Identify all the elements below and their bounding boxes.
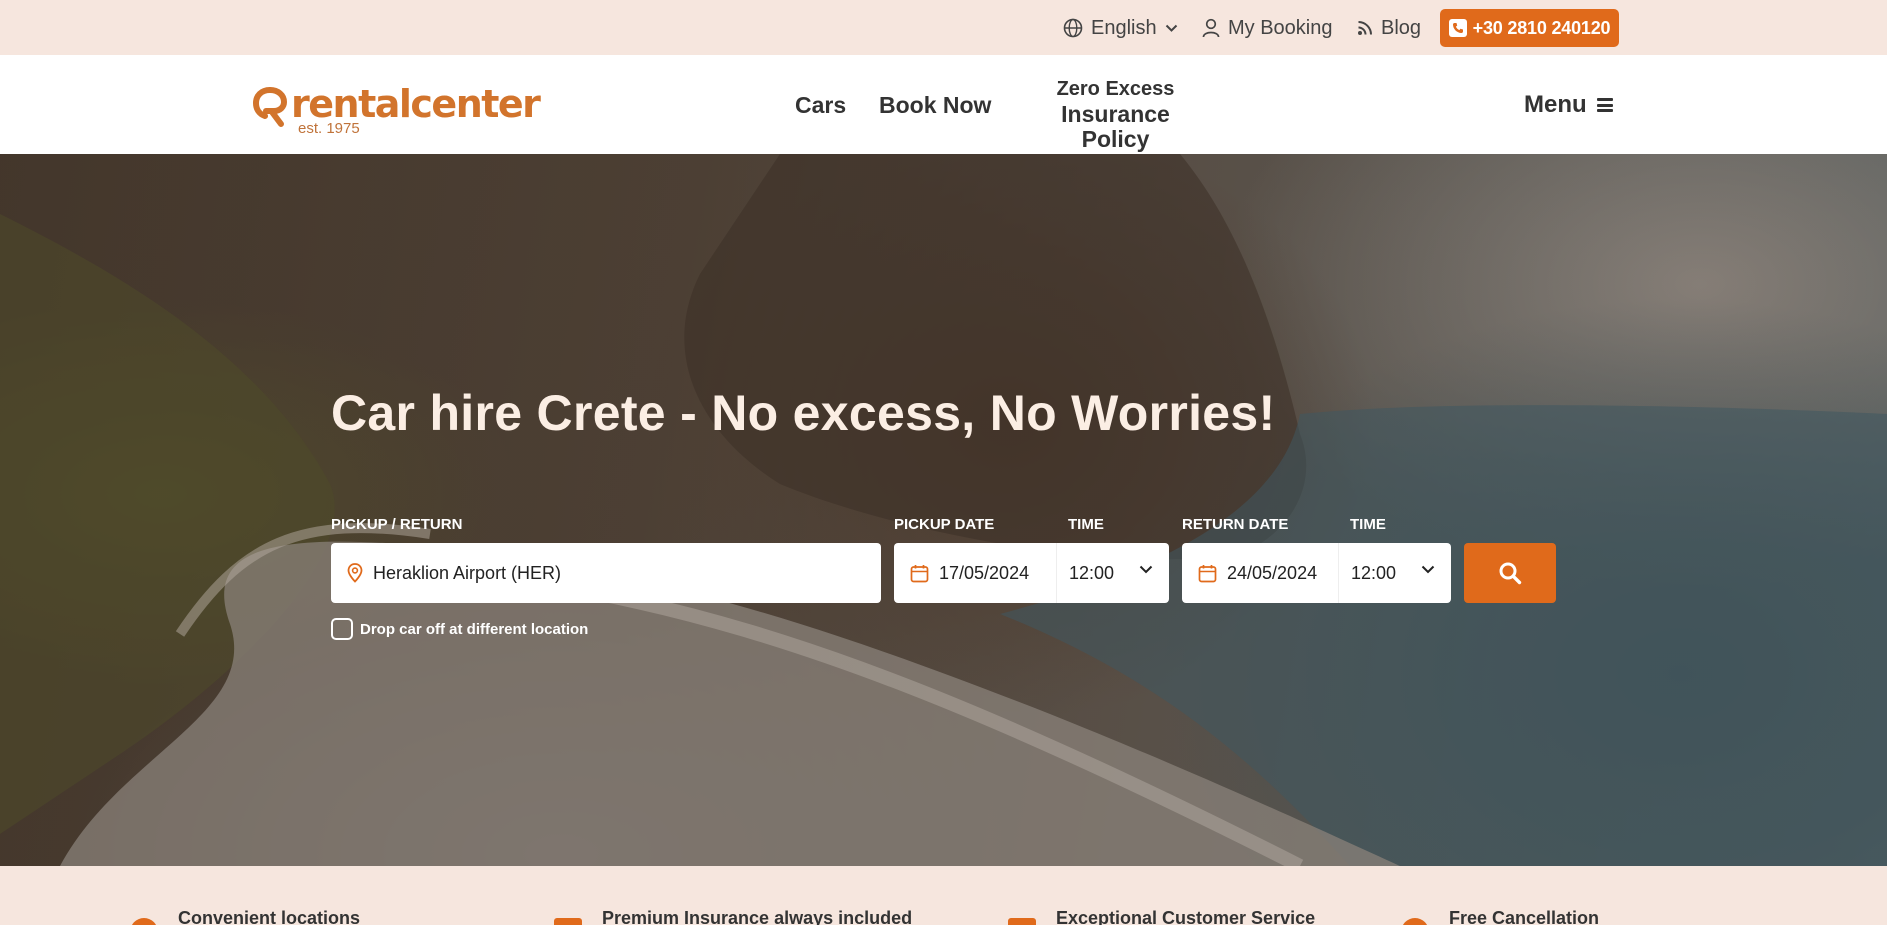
return-time-select[interactable]: 12:00 — [1338, 543, 1451, 603]
nav-zero-excess-line1: Zero Excess — [1056, 78, 1175, 100]
feature-label: Free Cancellation — [1449, 908, 1600, 925]
hero-background-image — [0, 154, 1887, 866]
dropoff-label: Drop car off at different location — [360, 620, 589, 638]
feature-item: Convenient locations — [130, 908, 360, 925]
dropoff-different-location[interactable]: Drop car off at different location — [331, 618, 588, 640]
blog-link[interactable]: Blog — [1357, 14, 1421, 42]
menu-button[interactable]: Menu — [1524, 91, 1613, 119]
return-date-label: RETURN DATE — [1182, 516, 1289, 533]
pickup-time-label: TIME — [1068, 516, 1104, 533]
feature-item: Premium Insurance always included — [554, 908, 912, 925]
logo-established: est. 1975 — [298, 120, 360, 137]
map-pin-icon — [347, 563, 363, 583]
logo-mark-icon — [253, 87, 287, 127]
pickup-date-value: 17/05/2024 — [939, 562, 1030, 583]
pickup-return-label: PICKUP / RETURN — [331, 516, 463, 533]
blog-label: Blog — [1381, 16, 1422, 39]
feature-label: Premium Insurance always included — [602, 908, 913, 925]
nav-book-now[interactable]: Book Now — [879, 92, 991, 119]
chevron-down-icon — [1421, 565, 1435, 574]
support-icon — [1008, 918, 1036, 925]
feature-label: Convenient locations — [178, 908, 361, 925]
phone-icon — [1448, 19, 1467, 37]
pickup-location-input[interactable]: Heraklion Airport (HER) — [331, 543, 881, 603]
feature-item: Free Cancellation — [1401, 908, 1599, 925]
dropoff-checkbox[interactable] — [331, 618, 353, 640]
return-time-value: 12:00 — [1351, 562, 1397, 583]
feature-item: Exceptional Customer Service — [1008, 908, 1315, 925]
chevron-down-icon — [1165, 24, 1177, 32]
logo-wordmark: rentalcenter — [291, 82, 541, 126]
search-icon — [1499, 562, 1522, 585]
location-icon — [130, 918, 158, 925]
chevron-down-icon — [1139, 565, 1153, 574]
language-selector[interactable]: English — [1063, 14, 1178, 42]
feature-label: Exceptional Customer Service — [1056, 908, 1316, 925]
hero-section: Car hire Crete - No excess, No Worries! … — [0, 154, 1887, 866]
pickup-date-label: PICKUP DATE — [894, 516, 995, 533]
language-label: English — [1091, 16, 1157, 39]
globe-icon — [1063, 18, 1083, 38]
features-strip: Convenient locations Premium Insurance a… — [0, 866, 1887, 925]
cancel-icon — [1401, 918, 1429, 925]
top-bar: English My Booking Blog +30 2810 240120 — [0, 0, 1887, 55]
nav-cars[interactable]: Cars — [795, 92, 846, 119]
nav-zero-excess[interactable]: Zero Excess Insurance Policy — [1028, 77, 1203, 152]
main-header: rentalcenter est. 1975 Cars Book Now Zer… — [0, 55, 1887, 154]
menu-label: Menu — [1524, 91, 1587, 118]
my-booking-label: My Booking — [1228, 16, 1333, 39]
pickup-location-value: Heraklion Airport (HER) — [373, 562, 562, 583]
phone-button[interactable]: +30 2810 240120 — [1440, 9, 1619, 47]
site-logo[interactable]: rentalcenter est. 1975 — [253, 82, 541, 137]
return-date-field[interactable]: 24/05/2024 12:00 — [1182, 543, 1451, 603]
user-icon — [1202, 18, 1220, 38]
pickup-date-field[interactable]: 17/05/2024 12:00 — [894, 543, 1169, 603]
calendar-icon — [1198, 564, 1217, 583]
phone-number: +30 2810 240120 — [1472, 17, 1611, 38]
calendar-icon — [910, 564, 929, 583]
my-booking-link[interactable]: My Booking — [1202, 14, 1333, 42]
return-date-value: 24/05/2024 — [1227, 562, 1318, 583]
rss-icon — [1358, 21, 1372, 35]
hero-title: Car hire Crete - No excess, No Worries! — [331, 385, 1276, 441]
search-button[interactable] — [1464, 543, 1556, 603]
nav-zero-excess-line2: Insurance Policy — [1061, 101, 1170, 152]
hamburger-icon — [1596, 98, 1613, 112]
pickup-time-value: 12:00 — [1069, 562, 1115, 583]
return-time-label: TIME — [1350, 516, 1386, 533]
shield-icon — [554, 918, 582, 925]
pickup-time-select[interactable]: 12:00 — [1056, 543, 1169, 603]
